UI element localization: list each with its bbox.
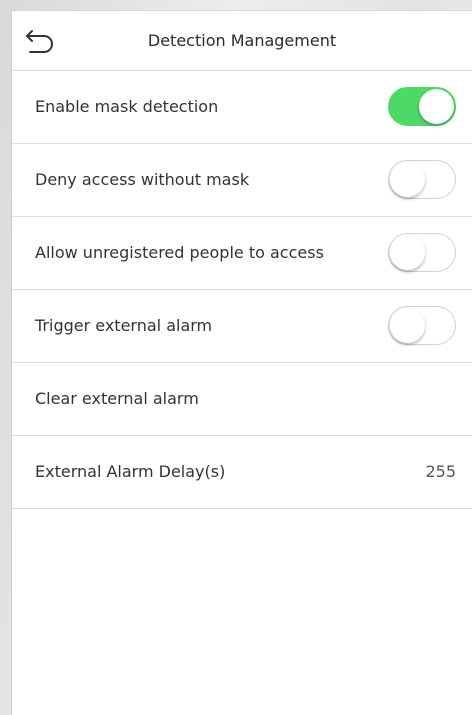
setting-row-clear-external-alarm[interactable]: Clear external alarm — [12, 363, 472, 436]
toggle-knob — [390, 308, 425, 343]
setting-row-trigger-external-alarm[interactable]: Trigger external alarm — [12, 290, 472, 363]
trigger-external-alarm-toggle[interactable] — [388, 306, 456, 345]
allow-unregistered-access-toggle[interactable] — [388, 233, 456, 272]
setting-label: Deny access without mask — [35, 170, 250, 189]
header-bar: Detection Management — [12, 11, 472, 71]
enable-mask-detection-toggle[interactable] — [388, 87, 456, 126]
setting-row-enable-mask-detection[interactable]: Enable mask detection — [12, 71, 472, 144]
setting-row-external-alarm-delay[interactable]: External Alarm Delay(s) 255 — [12, 436, 472, 509]
setting-label: External Alarm Delay(s) — [35, 462, 226, 481]
setting-label: Clear external alarm — [35, 389, 199, 408]
setting-label: Enable mask detection — [35, 97, 219, 116]
setting-label: Trigger external alarm — [35, 316, 213, 335]
toggle-knob — [419, 89, 454, 124]
setting-label: Allow unregistered people to access — [35, 243, 324, 262]
toggle-knob — [390, 235, 425, 270]
detection-management-screen: Detection Management Enable mask detecti… — [11, 10, 472, 715]
setting-row-allow-unregistered-access[interactable]: Allow unregistered people to access — [12, 217, 472, 290]
external-alarm-delay-value: 255 — [425, 462, 456, 481]
setting-row-deny-access-without-mask[interactable]: Deny access without mask — [12, 144, 472, 217]
page-title: Detection Management — [147, 31, 337, 50]
toggle-knob — [390, 162, 425, 197]
deny-access-without-mask-toggle[interactable] — [388, 160, 456, 199]
